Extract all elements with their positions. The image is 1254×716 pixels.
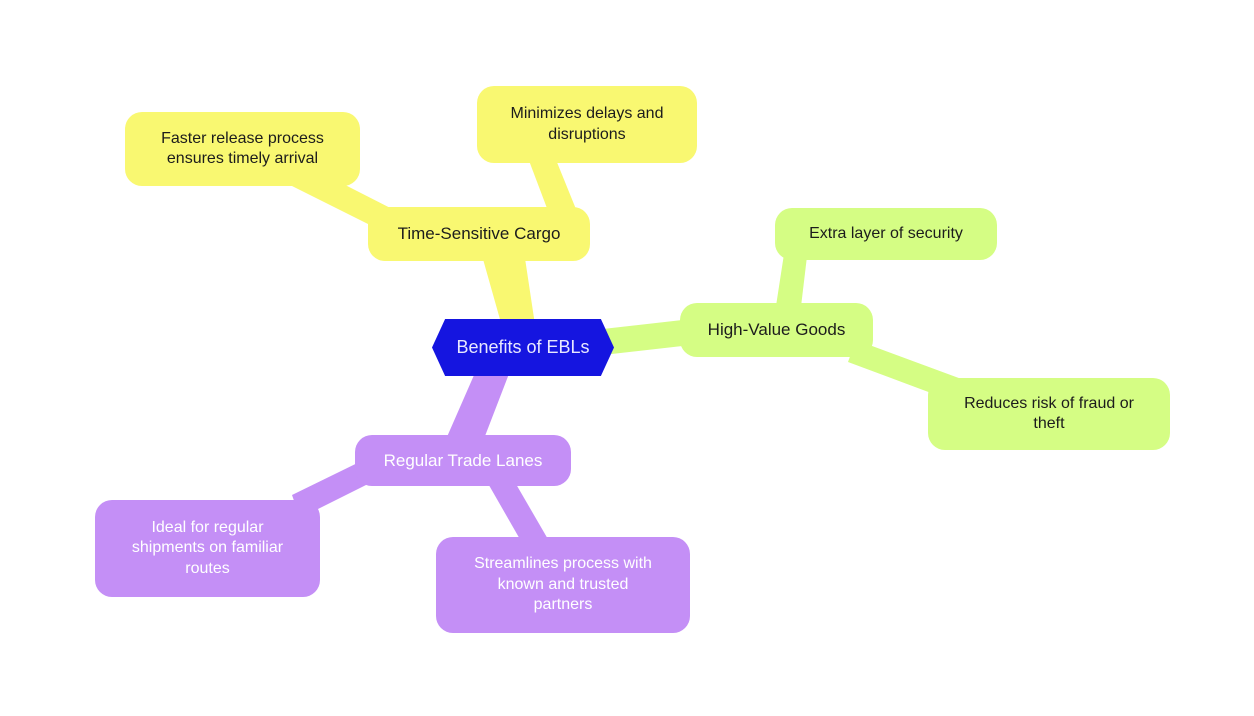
leaf-node-label: Reduces risk of fraud or theft bbox=[964, 394, 1134, 432]
branch-node-label: High-Value Goods bbox=[707, 320, 846, 340]
branch-node-label: Time-Sensitive Cargo bbox=[397, 224, 561, 244]
leaf-node-label: Ideal for regular shipments on familiar … bbox=[131, 518, 284, 577]
leaf-node-reduces-risk-of-fraud[interactable]: Reduces risk of fraud or theft bbox=[928, 378, 1170, 450]
branch-node-label: Regular Trade Lanes bbox=[383, 450, 543, 470]
root-node-label: Benefits of EBLs bbox=[456, 336, 590, 357]
branch-node-high-value-goods[interactable]: High-Value Goods bbox=[680, 303, 873, 357]
leaf-node-label: Streamlines process with known and trust… bbox=[474, 555, 652, 614]
leaf-node-ideal-for-regular-shipments[interactable]: Ideal for regular shipments on familiar … bbox=[95, 500, 320, 597]
leaf-node-label: Extra layer of security bbox=[809, 224, 963, 242]
leaf-node-label: Faster release process ensures timely ar… bbox=[161, 129, 324, 167]
leaf-node-extra-layer-of-security[interactable]: Extra layer of security bbox=[775, 208, 997, 260]
leaf-node-faster-release-process[interactable]: Faster release process ensures timely ar… bbox=[125, 112, 360, 186]
branch-node-regular-trade-lanes[interactable]: Regular Trade Lanes bbox=[355, 435, 571, 486]
leaf-node-label: Minimizes delays and disruptions bbox=[510, 105, 664, 143]
branch-node-time-sensitive-cargo[interactable]: Time-Sensitive Cargo bbox=[368, 207, 590, 261]
leaf-node-streamlines-process[interactable]: Streamlines process with known and trust… bbox=[436, 537, 690, 633]
mindmap-canvas: Benefits of EBLs Time-Sensitive Cargo Fa… bbox=[0, 0, 1254, 716]
leaf-node-minimizes-delays[interactable]: Minimizes delays and disruptions bbox=[477, 86, 697, 163]
root-node-benefits-of-ebls[interactable]: Benefits of EBLs bbox=[432, 319, 614, 376]
